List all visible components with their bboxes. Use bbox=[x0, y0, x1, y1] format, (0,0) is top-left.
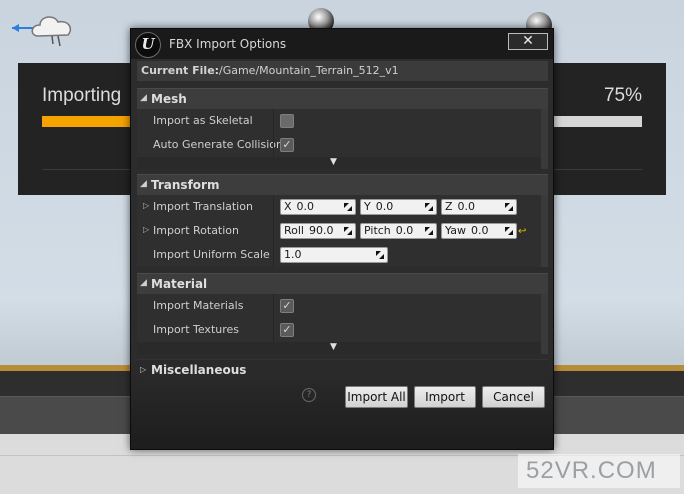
scroll-strip bbox=[541, 157, 548, 169]
column-divider bbox=[273, 294, 274, 318]
dialog-body: Current File: /Game/Mountain_Terrain_512… bbox=[131, 59, 553, 449]
field-value: 0.0 bbox=[395, 224, 414, 237]
row-import-materials: Import Materials ✓ bbox=[137, 294, 548, 318]
dialog-titlebar[interactable]: U FBX Import Options ✕ bbox=[131, 29, 553, 59]
unreal-logo-icon: U bbox=[135, 32, 161, 58]
row-edge bbox=[541, 195, 548, 219]
section-material-label: Material bbox=[151, 277, 208, 291]
section-material[interactable]: ◢ Material bbox=[137, 273, 548, 294]
mesh-advanced-toggle[interactable]: ▼ bbox=[137, 157, 541, 169]
drag-handle-icon bbox=[425, 203, 433, 211]
scroll-strip bbox=[541, 342, 548, 354]
watermark: 52VR.COM bbox=[518, 454, 680, 488]
axis-label: Y bbox=[364, 200, 371, 213]
field-value: 0.0 bbox=[375, 200, 394, 213]
axis-label: Z bbox=[445, 200, 453, 213]
import-as-skeletal-label: Import as Skeletal bbox=[153, 114, 253, 127]
field-value: 0.0 bbox=[470, 224, 489, 237]
expand-arrow-icon[interactable]: ▷ bbox=[143, 225, 149, 234]
import-textures-label: Import Textures bbox=[153, 323, 240, 336]
reset-to-default-icon[interactable]: ↩ bbox=[518, 226, 526, 237]
section-miscellaneous[interactable]: ▷ Miscellaneous bbox=[137, 359, 548, 380]
translation-y-field[interactable]: Y 0.0 bbox=[360, 199, 437, 215]
import-translation-label: Import Translation bbox=[153, 200, 253, 213]
auto-generate-collision-checkbox[interactable]: ✓ bbox=[280, 138, 294, 152]
dialog-title: FBX Import Options bbox=[169, 37, 287, 51]
axis-label: Pitch bbox=[364, 224, 391, 237]
row-edge bbox=[541, 318, 548, 342]
current-file-label: Current File: bbox=[141, 64, 220, 77]
expanded-arrow-icon: ◢ bbox=[140, 278, 147, 288]
auto-generate-collision-label: Auto Generate Collision bbox=[153, 138, 283, 151]
current-file-bar: Current File: /Game/Mountain_Terrain_512… bbox=[137, 61, 548, 81]
fbx-import-dialog: U FBX Import Options ✕ Current File: /Ga… bbox=[130, 28, 554, 450]
drag-handle-icon bbox=[376, 251, 384, 259]
axis-label: Yaw bbox=[445, 224, 466, 237]
column-divider bbox=[273, 109, 274, 133]
row-edge bbox=[541, 294, 548, 318]
cancel-button[interactable]: Cancel bbox=[482, 386, 545, 408]
help-icon[interactable]: ? bbox=[302, 388, 316, 402]
axis-label: X bbox=[284, 200, 292, 213]
progress-label: Importing bbox=[42, 85, 122, 106]
sky-light-icon bbox=[12, 16, 72, 47]
collapsed-arrow-icon: ▷ bbox=[140, 365, 147, 374]
import-materials-label: Import Materials bbox=[153, 299, 244, 312]
row-edge bbox=[541, 109, 548, 133]
column-divider bbox=[273, 133, 274, 157]
section-mesh-label: Mesh bbox=[151, 92, 187, 106]
row-import-rotation: ▷ Import Rotation Roll 90.0 Pitch 0.0 Yaw 0… bbox=[137, 219, 548, 243]
uniform-scale-field[interactable]: 1.0 bbox=[280, 247, 388, 263]
import-button[interactable]: Import bbox=[414, 386, 476, 408]
column-divider bbox=[273, 195, 274, 219]
import-materials-checkbox[interactable]: ✓ bbox=[280, 299, 294, 313]
section-transform-label: Transform bbox=[151, 178, 220, 192]
row-import-translation: ▷ Import Translation X 0.0 Y 0.0 Z 0.0 bbox=[137, 195, 548, 219]
axis-label: Roll bbox=[284, 224, 304, 237]
field-value: 0.0 bbox=[296, 200, 315, 213]
row-edge bbox=[541, 133, 548, 157]
row-edge bbox=[541, 243, 548, 267]
drag-handle-icon bbox=[344, 227, 352, 235]
translation-x-field[interactable]: X 0.0 bbox=[280, 199, 356, 215]
column-divider bbox=[273, 243, 274, 267]
translation-z-field[interactable]: Z 0.0 bbox=[441, 199, 517, 215]
row-import-as-skeletal: Import as Skeletal bbox=[137, 109, 548, 133]
row-import-textures: Import Textures ✓ bbox=[137, 318, 548, 342]
row-edge bbox=[541, 219, 548, 243]
drag-handle-icon bbox=[425, 227, 433, 235]
import-rotation-label: Import Rotation bbox=[153, 224, 240, 237]
drag-handle-icon bbox=[344, 203, 352, 211]
row-auto-generate-collision: Auto Generate Collision ✓ bbox=[137, 133, 548, 157]
rotation-pitch-field[interactable]: Pitch 0.0 bbox=[360, 223, 437, 239]
field-value: 90.0 bbox=[309, 224, 334, 237]
chevron-down-icon: ▼ bbox=[330, 342, 337, 352]
section-miscellaneous-label: Miscellaneous bbox=[151, 363, 247, 377]
field-value: 0.0 bbox=[457, 200, 476, 213]
rotation-roll-field[interactable]: Roll 90.0 bbox=[280, 223, 356, 239]
close-button[interactable]: ✕ bbox=[508, 33, 548, 50]
rotation-yaw-field[interactable]: Yaw 0.0 bbox=[441, 223, 517, 239]
column-divider bbox=[273, 219, 274, 243]
import-all-button[interactable]: Import All bbox=[345, 386, 408, 408]
section-transform[interactable]: ◢ Transform bbox=[137, 174, 548, 195]
import-textures-checkbox[interactable]: ✓ bbox=[280, 323, 294, 337]
chevron-down-icon: ▼ bbox=[330, 157, 337, 167]
import-uniform-scale-label: Import Uniform Scale bbox=[153, 248, 270, 261]
expanded-arrow-icon: ◢ bbox=[140, 179, 147, 189]
expand-arrow-icon[interactable]: ▷ bbox=[143, 201, 149, 210]
expanded-arrow-icon: ◢ bbox=[140, 93, 147, 103]
import-as-skeletal-checkbox[interactable] bbox=[280, 114, 294, 128]
column-divider bbox=[273, 318, 274, 342]
progress-percent: 75% bbox=[603, 85, 642, 106]
section-mesh[interactable]: ◢ Mesh bbox=[137, 88, 548, 109]
material-advanced-toggle[interactable]: ▼ bbox=[137, 342, 541, 354]
drag-handle-icon bbox=[505, 203, 513, 211]
field-value: 1.0 bbox=[284, 248, 302, 261]
row-import-uniform-scale: Import Uniform Scale 1.0 bbox=[137, 243, 548, 267]
drag-handle-icon bbox=[505, 227, 513, 235]
current-file-path: /Game/Mountain_Terrain_512_v1 bbox=[219, 64, 399, 77]
